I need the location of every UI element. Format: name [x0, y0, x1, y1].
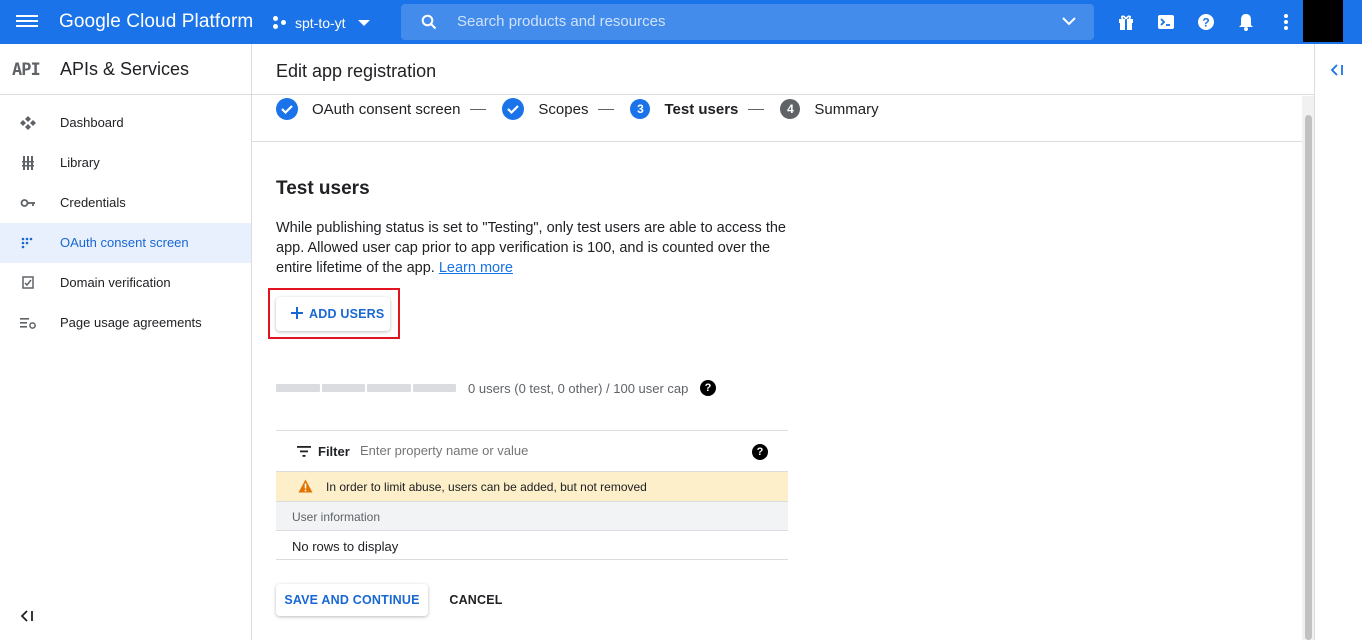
sidebar-item-credentials[interactable]: Credentials	[0, 183, 251, 223]
main-menu-icon[interactable]	[16, 12, 38, 32]
add-users-button[interactable]: ADD USERS	[276, 297, 390, 331]
test-users-table: Filter ? In order to limit abuse, users …	[276, 430, 788, 560]
step-complete-icon	[502, 98, 525, 120]
sidebar-item-page-usage-agreements[interactable]: Page usage agreements	[0, 303, 251, 343]
gcp-brand[interactable]: Google Cloud Platform	[59, 11, 253, 33]
project-name: spt-to-yt	[295, 15, 346, 31]
sidebar-item-label: OAuth consent screen	[60, 235, 189, 250]
cloud-shell-icon[interactable]	[1156, 12, 1176, 32]
search-input[interactable]: Search products and resources	[457, 13, 665, 30]
library-icon	[22, 156, 34, 170]
more-vert-icon[interactable]	[1276, 12, 1296, 32]
step-test-users: Test users	[664, 100, 739, 118]
column-divider	[414, 559, 450, 560]
chevron-down-icon[interactable]	[1062, 16, 1076, 26]
key-icon	[20, 199, 35, 207]
section-title: Test users	[276, 178, 370, 199]
plus-icon	[291, 307, 303, 319]
search-bar[interactable]: Search products and resources	[401, 4, 1094, 40]
sidebar-item-label: Domain verification	[60, 275, 171, 290]
sidebar-header: API APIs & Services	[0, 44, 251, 95]
sidebar-item-library[interactable]: Library	[0, 143, 251, 183]
cancel-button[interactable]: CANCEL	[440, 584, 512, 616]
sidebar-item-label: Page usage agreements	[60, 315, 202, 330]
sidebar-item-label: Credentials	[60, 195, 126, 210]
step-connector	[598, 108, 615, 110]
add-users-label: ADD USERS	[309, 307, 385, 321]
stepper: OAuth consent screen Scopes 3 Test users…	[276, 98, 879, 120]
description-text: While publishing status is set to "Testi…	[276, 220, 786, 276]
column-header-user-information[interactable]: User information	[292, 510, 380, 524]
divider	[252, 141, 1302, 142]
sidebar-item-label: Library	[60, 155, 100, 170]
api-logo-icon: API	[12, 60, 41, 80]
notifications-icon[interactable]	[1236, 12, 1256, 32]
help-icon[interactable]: ?	[752, 444, 768, 460]
filter-input[interactable]	[360, 443, 740, 458]
expand-panel-icon[interactable]	[1330, 63, 1346, 77]
divider	[252, 94, 1314, 95]
step-connector	[748, 108, 765, 110]
checkbox-icon	[22, 276, 34, 289]
save-and-continue-button[interactable]: SAVE AND CONTINUE	[276, 584, 428, 616]
warning-text: In order to limit abuse, users can be ad…	[326, 480, 647, 494]
table-empty-row: No rows to display	[276, 531, 788, 560]
caret-down-icon	[357, 20, 370, 26]
sidebar-item-label: Dashboard	[60, 115, 124, 130]
warning-icon	[298, 479, 313, 493]
step-scopes[interactable]: Scopes	[538, 101, 588, 118]
step-summary: Summary	[814, 100, 879, 118]
step-number-badge: 3	[630, 99, 651, 119]
collapse-sidebar-icon[interactable]	[20, 609, 36, 623]
user-cap-text: 0 users (0 test, 0 other) / 100 user cap	[468, 381, 689, 396]
gift-icon[interactable]	[1116, 12, 1136, 32]
warning-banner: In order to limit abuse, users can be ad…	[276, 472, 788, 502]
step-complete-icon	[276, 98, 298, 120]
filter-label: Filter	[318, 444, 350, 459]
help-icon[interactable]: ?	[700, 380, 716, 396]
top-app-bar: Google Cloud Platform spt-to-yt Search p…	[0, 0, 1362, 44]
sidebar: API APIs & Services Dashboard Library Cr…	[0, 44, 252, 640]
settings-list-icon	[20, 318, 36, 329]
page-title: Edit app registration	[276, 61, 437, 81]
project-selector[interactable]: spt-to-yt	[273, 12, 370, 34]
sidebar-title: APIs & Services	[60, 59, 190, 79]
dashboard-icon	[20, 116, 36, 130]
sidebar-item-dashboard[interactable]: Dashboard	[0, 103, 251, 143]
account-avatar[interactable]	[1303, 0, 1343, 42]
right-side-panel	[1314, 44, 1362, 640]
scrollbar-thumb[interactable]	[1305, 115, 1312, 640]
svg-text:?: ?	[1202, 16, 1209, 30]
table-header: User information	[276, 502, 788, 531]
user-cap-progress-bar	[276, 384, 456, 392]
learn-more-link[interactable]: Learn more	[439, 260, 513, 276]
empty-state-text: No rows to display	[292, 539, 399, 554]
project-dots-icon	[273, 16, 287, 30]
consent-icon	[21, 237, 33, 249]
help-icon[interactable]: ?	[1196, 12, 1216, 32]
main-content: Edit app registration OAuth consent scre…	[252, 44, 1314, 640]
step-number-badge: 4	[780, 99, 801, 119]
sidebar-item-domain-verification[interactable]: Domain verification	[0, 263, 251, 303]
description: While publishing status is set to "Testi…	[276, 218, 796, 278]
search-icon	[421, 14, 437, 30]
filter-icon	[297, 446, 311, 457]
filter-bar: Filter ?	[276, 431, 788, 472]
step-oauth-consent-screen[interactable]: OAuth consent screen	[312, 101, 460, 118]
sidebar-item-oauth-consent-screen[interactable]: OAuth consent screen	[0, 223, 251, 263]
step-connector	[470, 108, 487, 110]
